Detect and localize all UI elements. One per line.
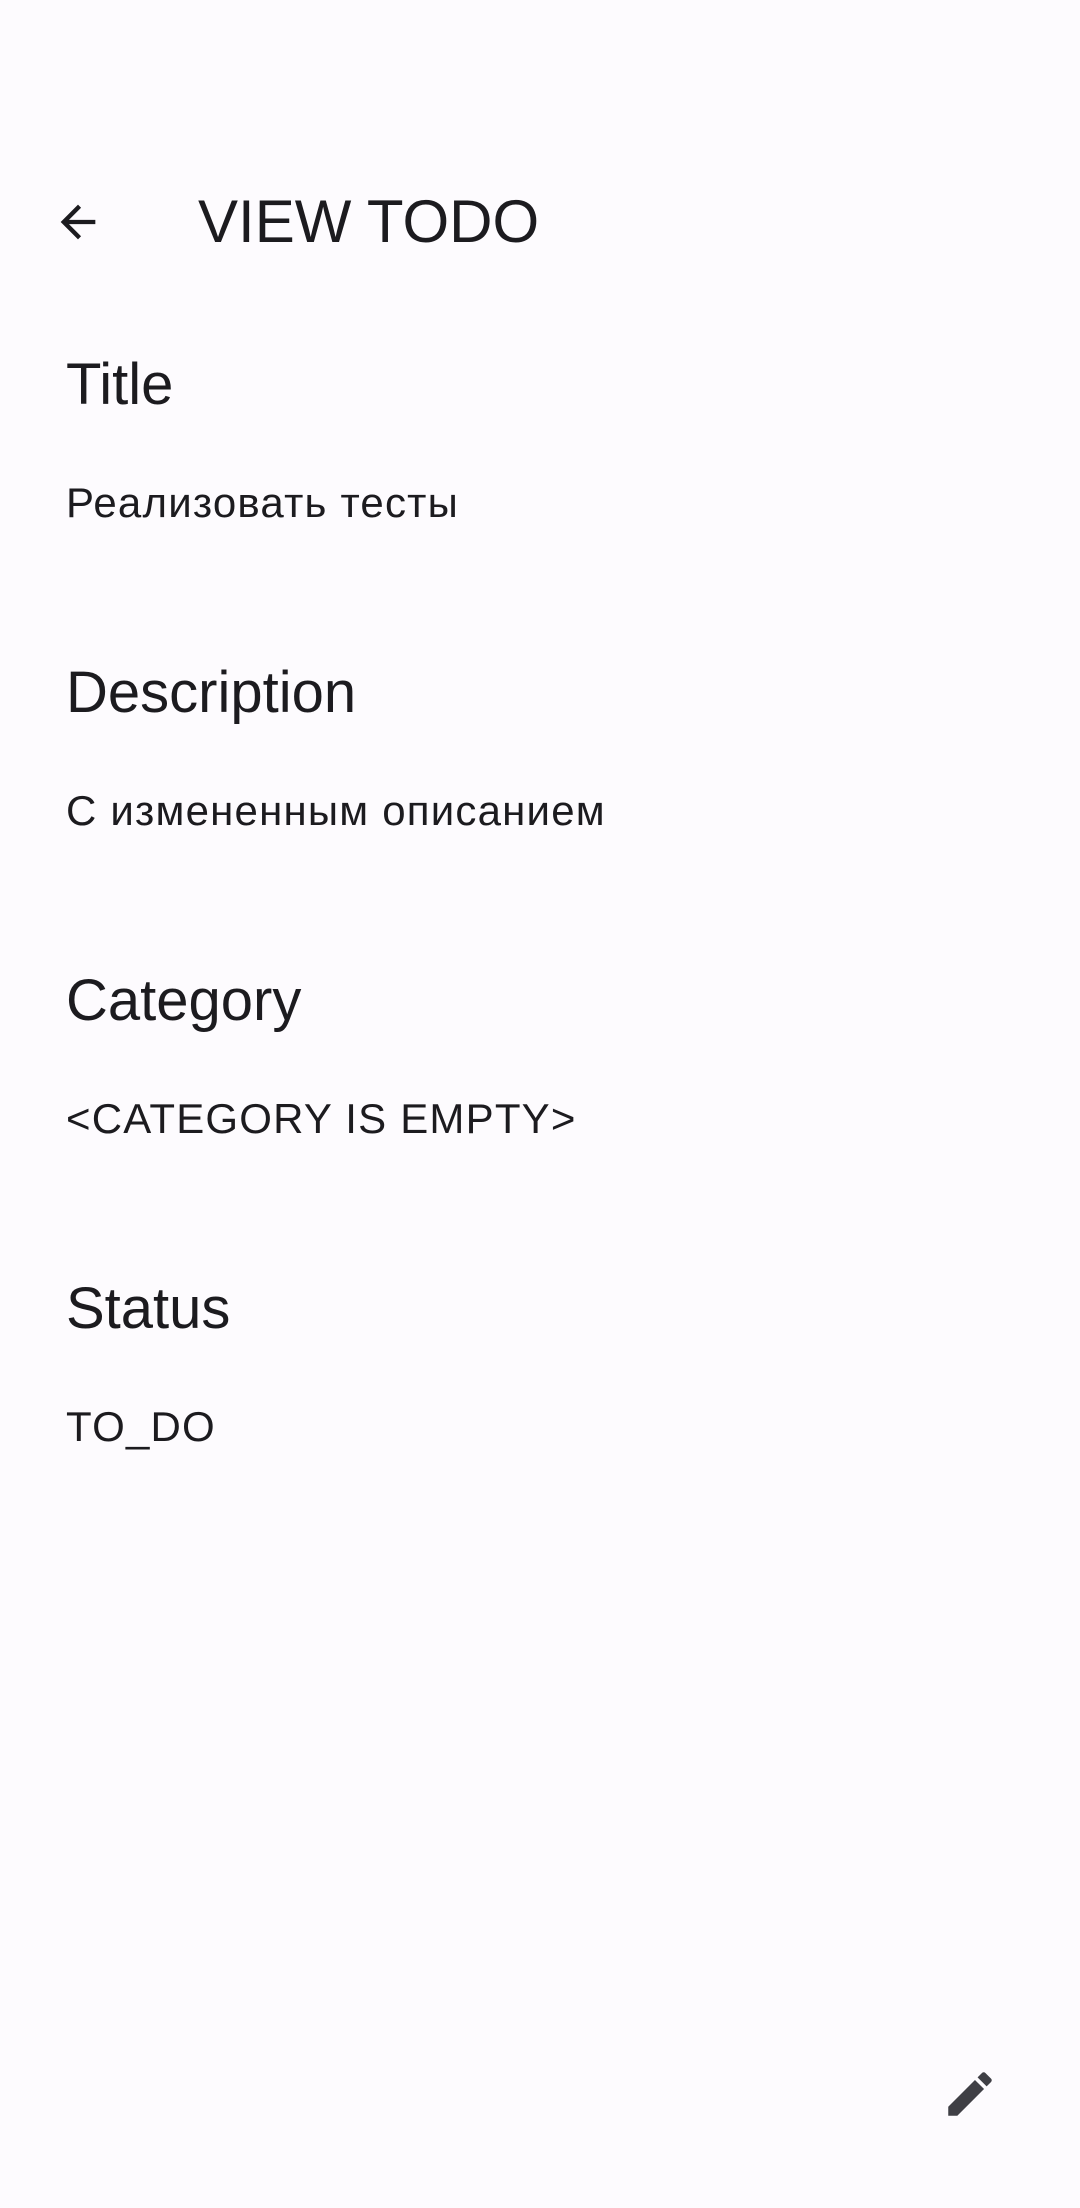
category-field: Category <CATEGORY IS EMPTY>: [66, 956, 1014, 1208]
todo-details: Title Реализовать тесты Description С из…: [66, 340, 1014, 1572]
arrow-back-icon: [60, 204, 96, 240]
description-label: Description: [66, 660, 357, 725]
title-label: Title: [66, 352, 174, 417]
title-value: Реализовать тесты: [66, 479, 460, 526]
title-field: Title Реализовать тесты: [66, 340, 1014, 592]
description-field: Description С измененным описанием: [66, 648, 1014, 900]
back-button[interactable]: [36, 180, 120, 264]
status-field: Status TO_DO: [66, 1264, 1014, 1516]
category-label: Category: [66, 968, 302, 1033]
status-label: Status: [66, 1276, 231, 1341]
top-app-bar: VIEW TODO: [0, 152, 1080, 292]
page-title: VIEW TODO: [198, 188, 540, 255]
description-value: С измененным описанием: [66, 787, 606, 834]
edit-button[interactable]: [930, 2054, 1010, 2134]
edit-pencil-icon: [948, 2072, 992, 2116]
status-value: TO_DO: [66, 1403, 216, 1450]
category-value: <CATEGORY IS EMPTY>: [66, 1095, 577, 1142]
